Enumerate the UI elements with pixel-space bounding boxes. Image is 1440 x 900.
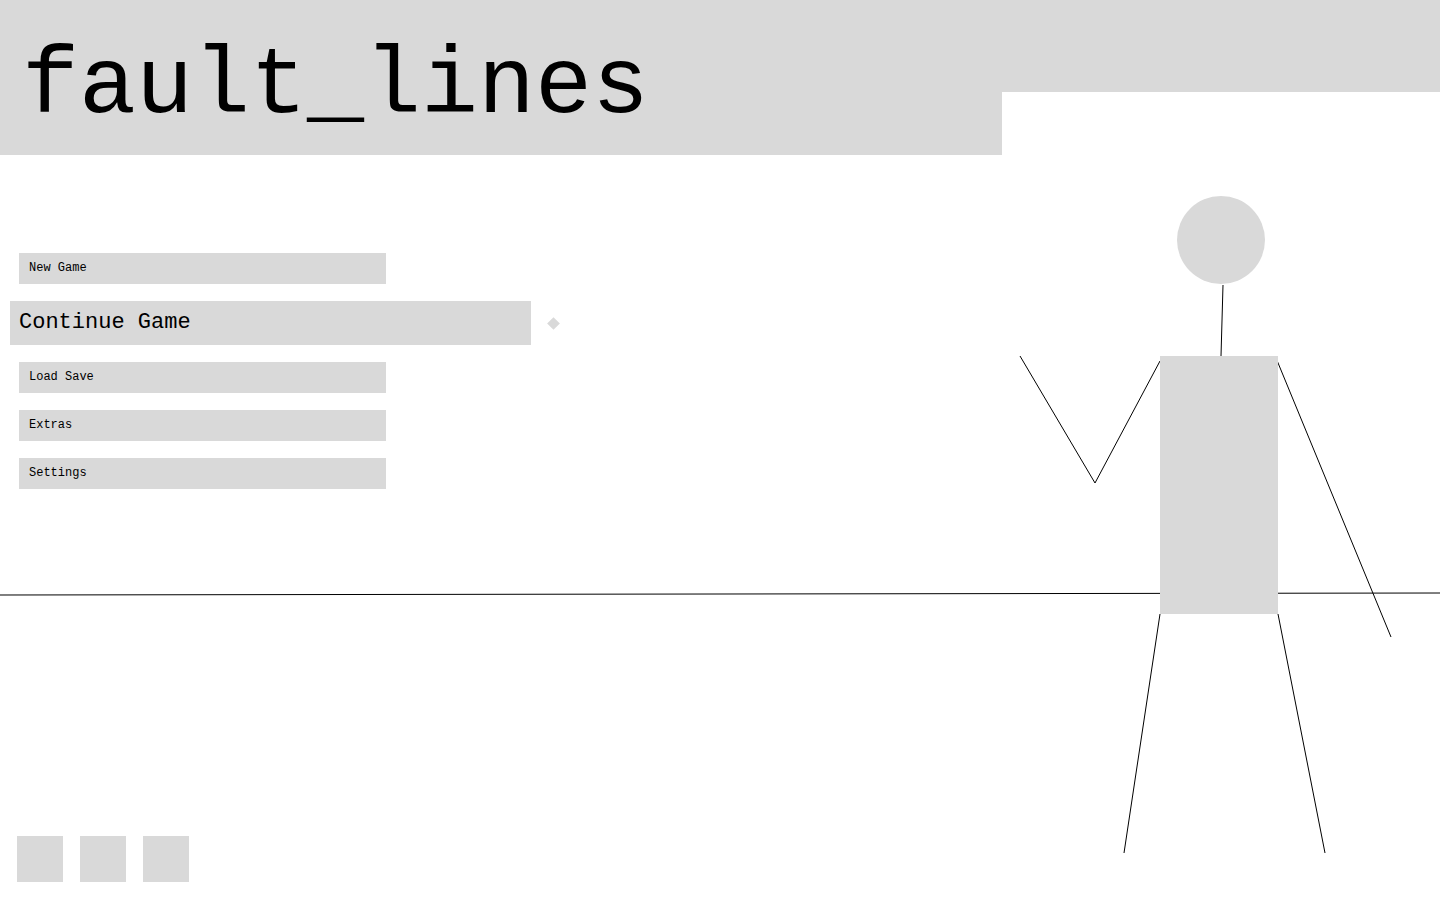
title-band (1002, 0, 1440, 92)
menu-label: Continue Game (19, 309, 191, 337)
menu-button[interactable]: Extras (19, 410, 386, 441)
menu-button[interactable]: Load Save (19, 362, 386, 393)
menu-label: New Game (29, 261, 87, 276)
square-button[interactable] (143, 836, 189, 882)
square-button[interactable] (17, 836, 63, 882)
title-banner: fault_lines (0, 0, 1440, 155)
menu-label: Load Save (29, 370, 94, 385)
bottom-buttons (17, 836, 1440, 882)
menu-label: Extras (29, 418, 72, 433)
menu-row: Continue Game (0, 301, 1440, 345)
menu-button[interactable]: Continue Game (10, 301, 531, 345)
menu-row: Extras (0, 410, 1440, 441)
square-button[interactable] (80, 836, 126, 882)
game-title: fault_lines (22, 40, 1002, 135)
menu-row: New Game (0, 253, 1440, 284)
menu-row: Load Save (0, 362, 1440, 393)
title-block: fault_lines (0, 0, 1002, 155)
menu-row: Settings (0, 458, 1440, 489)
main-menu: New Game Continue Game Load Save Extras Sett… (0, 253, 1440, 489)
menu-label: Settings (29, 466, 87, 481)
main-menu-screen: fault_lines New Game Continue Game Load Sa… (0, 0, 1440, 900)
selection-diamond-icon (547, 317, 560, 330)
menu-button[interactable]: New Game (19, 253, 386, 284)
menu-button[interactable]: Settings (19, 458, 386, 489)
